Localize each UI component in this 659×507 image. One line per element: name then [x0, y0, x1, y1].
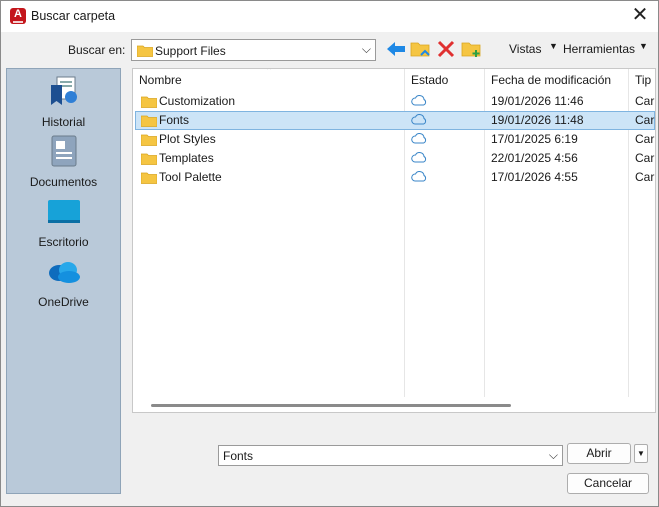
look-in-combobox[interactable]: Support Files ⌵: [131, 39, 376, 61]
horizontal-scrollbar[interactable]: [151, 404, 511, 407]
back-arrow-icon[interactable]: [385, 39, 407, 59]
browse-folder-dialog: A Buscar carpeta ✕ Buscar en: Support Fi…: [0, 0, 659, 507]
open-options-dropdown-icon[interactable]: ▼: [634, 444, 648, 463]
tools-menu[interactable]: Herramientas: [563, 42, 635, 56]
folder-icon: [141, 172, 157, 184]
title-bar: A Buscar carpeta ✕: [1, 1, 658, 32]
file-name: Templates: [159, 151, 214, 165]
onedrive-cloud-icon: [49, 262, 80, 283]
look-in-value: Support Files: [155, 44, 226, 58]
place-history[interactable]: Historial: [7, 75, 120, 133]
close-button[interactable]: ✕: [628, 5, 652, 27]
window-title: Buscar carpeta: [31, 9, 116, 23]
place-label: Escritorio: [38, 235, 89, 249]
file-modified: 17/01/2026 4:55: [491, 170, 578, 184]
file-name: Tool Palette: [159, 170, 222, 184]
delete-icon[interactable]: [435, 39, 457, 59]
file-row-plot-styles[interactable]: Plot Styles 17/01/2025 6:19 Car: [135, 130, 655, 149]
place-label: Documentos: [29, 175, 98, 189]
file-name: Plot Styles: [159, 132, 216, 146]
file-modified: 19/01/2026 11:46: [491, 94, 584, 108]
column-header-modified[interactable]: Fecha de modificación: [485, 69, 629, 91]
file-type: Car: [635, 132, 655, 146]
cancel-button[interactable]: Cancelar: [567, 473, 649, 494]
place-label: Historial: [41, 115, 86, 129]
history-icon: [51, 76, 77, 105]
folder-icon: [137, 45, 153, 57]
file-modified: 17/01/2025 6:19: [491, 132, 578, 146]
file-name: Customization: [159, 94, 236, 108]
file-modified: 22/01/2025 4:56: [491, 151, 578, 165]
file-modified: 19/01/2026 11:48: [491, 113, 584, 127]
column-header-name[interactable]: Nombre: [133, 69, 405, 91]
file-type: Car: [635, 151, 655, 165]
autocad-app-icon: A: [10, 8, 26, 24]
desktop-icon: [48, 200, 80, 223]
documents-icon: [51, 135, 77, 167]
folder-icon: [141, 96, 157, 108]
file-type: Car: [635, 170, 655, 184]
tools-dropdown-icon[interactable]: ▼: [639, 41, 648, 51]
up-folder-icon[interactable]: [409, 39, 431, 59]
views-menu[interactable]: Vistas: [509, 42, 541, 56]
folder-icon: [141, 115, 157, 127]
file-row-customization[interactable]: Customization 19/01/2026 11:46 Car: [135, 92, 655, 111]
file-row-templates[interactable]: Templates 22/01/2025 4:56 Car: [135, 149, 655, 168]
file-type: Car: [635, 113, 655, 127]
chevron-down-icon[interactable]: ⌵: [362, 42, 371, 57]
cloud-status-icon: [411, 152, 427, 163]
cloud-status-icon: [411, 114, 427, 125]
place-onedrive[interactable]: OneDrive: [7, 255, 120, 313]
column-header-status[interactable]: Estado: [405, 69, 485, 91]
folder-name-combobox[interactable]: Fonts ⌵: [218, 445, 563, 466]
place-documents[interactable]: Documentos: [7, 135, 120, 193]
folder-icon: [141, 134, 157, 146]
cloud-status-icon: [411, 133, 427, 144]
file-row-fonts[interactable]: Fonts 19/01/2026 11:48 Car: [135, 111, 655, 130]
place-label: OneDrive: [38, 295, 89, 309]
file-list: ⌃ Nombre Estado Fecha de modificación Ti…: [132, 68, 656, 413]
look-in-label: Buscar en:: [68, 43, 126, 57]
close-icon: ✕: [631, 4, 649, 26]
cloud-status-icon: [411, 95, 427, 106]
chevron-down-icon[interactable]: ⌵: [549, 448, 558, 463]
cloud-status-icon: [411, 171, 427, 182]
file-row-tool-palette[interactable]: Tool Palette 17/01/2026 4:55 Car: [135, 168, 655, 187]
views-dropdown-icon[interactable]: ▼: [549, 41, 558, 51]
file-name: Fonts: [159, 113, 190, 127]
places-sidebar: Historial Documentos Escritorio OneDrive: [6, 68, 121, 494]
new-folder-icon[interactable]: [460, 39, 482, 59]
file-type: Car: [635, 94, 655, 108]
place-desktop[interactable]: Escritorio: [7, 195, 120, 253]
open-button[interactable]: Abrir: [567, 443, 631, 464]
folder-name-value: Fonts: [223, 449, 254, 463]
column-header-type[interactable]: Tip: [629, 69, 655, 91]
folder-icon: [141, 153, 157, 165]
